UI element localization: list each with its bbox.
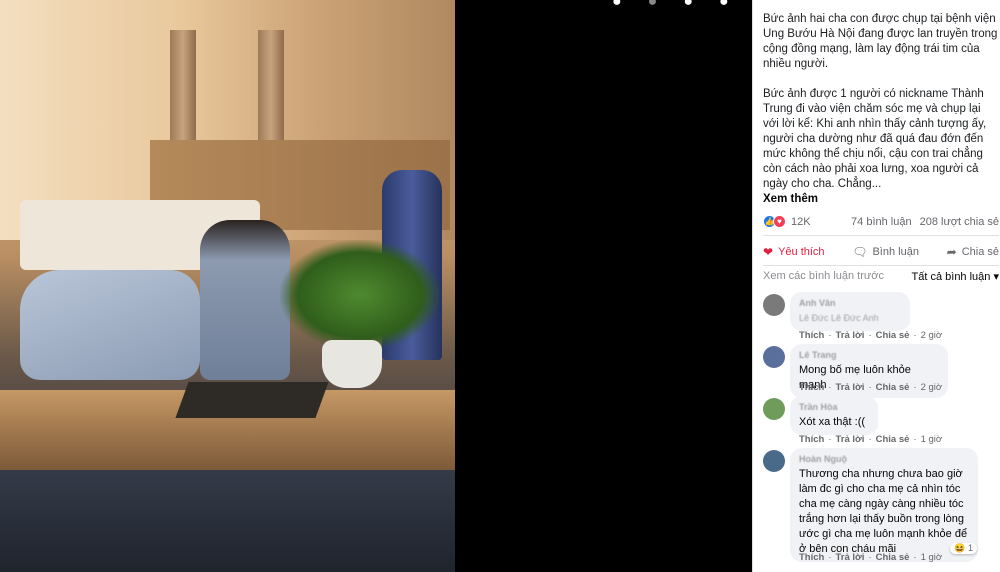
love-reaction-icon: ♥ xyxy=(773,215,786,228)
comment-bubble: Trần Hòa Xót xa thật :(( xyxy=(790,396,878,435)
photo-pot xyxy=(322,340,382,388)
comment-author[interactable]: Hoàn Nguộ xyxy=(799,452,969,467)
reaction-count: 12K xyxy=(791,215,811,228)
fullscreen-icon[interactable]: ● xyxy=(719,0,729,10)
caption-paragraph-1: Bức ảnh hai cha con được chụp tại bệnh v… xyxy=(763,13,998,70)
comment-text: Lê Đức Lê Đức Anh xyxy=(799,313,879,323)
share-icon: ➦ xyxy=(946,244,957,259)
share-count[interactable]: 208 lượt chia sẻ xyxy=(920,216,999,228)
comment-meta: Thích · Trả lời · Chia sẻ · 2 giờ xyxy=(799,382,943,393)
see-more-link[interactable]: Xem thêm xyxy=(763,192,999,207)
view-previous-comments-link[interactable]: Xem các bình luận trước xyxy=(763,270,884,286)
comment-author[interactable]: Lê Trang xyxy=(799,348,939,363)
photo-son xyxy=(200,220,290,380)
reaction-summary[interactable]: 👍 ♥ 12K xyxy=(763,215,811,228)
zoom-out-icon[interactable]: ● xyxy=(648,0,658,10)
comment-reply-link[interactable]: Trả lời xyxy=(836,382,865,393)
comment-meta: Thích · Trả lời · Chia sẻ · 1 giờ xyxy=(799,552,943,563)
post-sidebar: Bức ảnh hai cha con được chụp tại bệnh v… xyxy=(752,0,1000,572)
comment-button-label: Bình luận xyxy=(872,245,919,258)
photo-father xyxy=(20,270,200,380)
comment-time: 1 giờ xyxy=(920,434,943,445)
comment-share-link[interactable]: Chia sẻ xyxy=(876,382,910,393)
comment-time: 1 giờ xyxy=(920,552,943,563)
post-caption: Bức ảnh hai cha con được chụp tại bệnh v… xyxy=(763,12,999,207)
comment-like-link[interactable]: Thích xyxy=(799,330,824,341)
comment-meta: Thích · Trả lời · Chia sẻ · 1 giờ xyxy=(799,434,943,445)
comment-count[interactable]: 74 bình luận xyxy=(851,216,912,228)
comment-icon: 🗨 xyxy=(852,244,868,259)
chevron-down-icon: ▾ xyxy=(993,271,999,283)
comment-reaction-badge[interactable]: 😆 1 xyxy=(950,543,977,554)
comment-share-link[interactable]: Chia sẻ xyxy=(876,434,910,445)
comment-share-link[interactable]: Chia sẻ xyxy=(876,330,910,341)
haha-reaction-icon: 😆 xyxy=(954,543,966,553)
comment-author[interactable]: Trần Hòa xyxy=(799,400,869,415)
comments-filter-label: Tất cả bình luận xyxy=(911,271,991,283)
avatar[interactable] xyxy=(763,450,785,472)
comments-header: Xem các bình luận trước Tất cả bình luận… xyxy=(763,270,999,286)
share-button[interactable]: ➦ Chia sẻ xyxy=(947,245,999,259)
post-photo[interactable] xyxy=(0,0,455,572)
photo-plant xyxy=(280,240,440,350)
comment-button[interactable]: 🗨 Bình luận xyxy=(852,245,919,259)
love-button[interactable]: ❤ Yêu thích xyxy=(763,245,825,259)
photo-viewer: ● ● ● ● xyxy=(0,0,752,572)
comment-like-link[interactable]: Thích xyxy=(799,382,824,393)
comment-meta: Thích · Trả lời · Chia sẻ · 2 giờ xyxy=(799,330,943,341)
comment-time: 2 giờ xyxy=(920,382,943,393)
comment-text: Thương cha nhưng chưa bao giờ làm đc gì … xyxy=(799,468,968,555)
comment-bubble: Anh Vân Lê Đức Lê Đức Anh xyxy=(790,292,910,331)
comment-text: Xót xa thật :(( xyxy=(799,416,866,428)
viewer-toolbar: ● ● ● ● xyxy=(612,0,729,10)
comment-share-link[interactable]: Chia sẻ xyxy=(876,552,910,563)
comment-author[interactable]: Anh Vân xyxy=(799,296,901,311)
comment-reply-link[interactable]: Trả lời xyxy=(836,434,865,445)
caption-paragraph-2: Bức ảnh được 1 người có nickname Thành T… xyxy=(763,88,987,190)
avatar[interactable] xyxy=(763,346,785,368)
post-stats: 👍 ♥ 12K 74 bình luận 208 lượt chia sẻ xyxy=(763,208,999,236)
comment-like-link[interactable]: Thích xyxy=(799,434,824,445)
share-button-label: Chia sẻ xyxy=(961,245,999,258)
comment-time: 2 giờ xyxy=(920,330,943,341)
post-actions: ❤ Yêu thích 🗨 Bình luận ➦ Chia sẻ xyxy=(763,238,999,266)
comment-reaction-count: 1 xyxy=(967,543,973,553)
comment-like-link[interactable]: Thích xyxy=(799,552,824,563)
comment-reply-link[interactable]: Trả lời xyxy=(836,552,865,563)
tag-icon[interactable]: ● xyxy=(683,0,693,10)
photo-vent xyxy=(175,382,329,418)
love-button-label: Yêu thích xyxy=(778,245,825,258)
comments-filter-dropdown[interactable]: Tất cả bình luận ▾ xyxy=(912,270,999,286)
search-icon[interactable]: ● xyxy=(612,0,622,10)
photo-window-frame xyxy=(0,470,455,572)
comment-reply-link[interactable]: Trả lời xyxy=(836,330,865,341)
avatar[interactable] xyxy=(763,398,785,420)
avatar[interactable] xyxy=(763,294,785,316)
heart-icon: ❤ xyxy=(763,244,774,259)
